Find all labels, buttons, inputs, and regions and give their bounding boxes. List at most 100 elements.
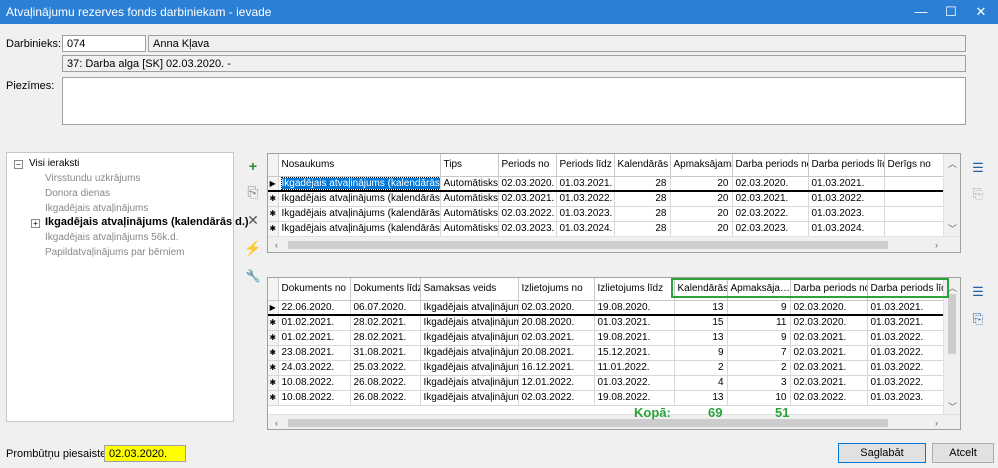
table-cell[interactable]: Automātisks bbox=[440, 206, 499, 222]
table-cell[interactable]: 28 bbox=[614, 191, 671, 207]
table-row[interactable]: ✱ Ikgadējais atvaļinājums (kalendārās d.)… bbox=[268, 221, 949, 237]
export-icon[interactable]: ⎘ bbox=[968, 185, 988, 203]
table-cell[interactable]: 01.03.2023. bbox=[808, 206, 885, 222]
table-cell[interactable]: Ikgadējais atvaļinājums (kalendārās d.) bbox=[278, 176, 441, 192]
column-header[interactable]: Samaksas veids bbox=[420, 278, 519, 301]
column-header[interactable]: Izlietojums no bbox=[518, 278, 595, 301]
expand-icon[interactable]: + bbox=[31, 219, 40, 228]
table-cell[interactable]: Ikgadējais atvaļinājums bbox=[420, 375, 519, 391]
minimize-icon[interactable]: — bbox=[906, 0, 936, 24]
table-cell[interactable]: 26.08.2022. bbox=[350, 390, 421, 406]
table-cell[interactable]: Ikgadējais atvaļinājums bbox=[420, 315, 519, 331]
column-header[interactable]: Kalendārās bbox=[614, 154, 671, 177]
column-header[interactable]: Apmaksājamās bbox=[670, 154, 733, 177]
table-cell[interactable]: Automātisks bbox=[440, 191, 499, 207]
table-cell[interactable]: 26.08.2022. bbox=[350, 375, 421, 391]
table-cell[interactable]: 28.02.2021. bbox=[350, 315, 421, 331]
table-cell[interactable]: 28 bbox=[614, 206, 671, 222]
table-cell[interactable]: 02.03.2021. bbox=[518, 330, 595, 346]
column-header[interactable]: Dokuments līdz bbox=[350, 278, 421, 301]
table-cell[interactable]: 02.03.2022. bbox=[790, 390, 868, 406]
table-cell[interactable]: 01.03.2022. bbox=[556, 191, 615, 207]
table-cell[interactable]: 02.03.2021. bbox=[732, 191, 809, 207]
table-cell[interactable]: 20 bbox=[670, 191, 733, 207]
table-cell[interactable]: 01.03.2024. bbox=[556, 221, 615, 237]
table-cell[interactable]: 2 bbox=[727, 360, 791, 376]
table-cell[interactable]: 02.03.2020. bbox=[732, 176, 809, 192]
table-cell[interactable]: 01.03.2024. bbox=[808, 221, 885, 237]
table-cell[interactable]: 13 bbox=[674, 330, 728, 346]
table-cell[interactable]: 01.02.2021. bbox=[278, 315, 351, 331]
table-cell[interactable]: Ikgadējais atvaļinājums bbox=[420, 330, 519, 346]
table-cell[interactable]: 28 bbox=[614, 221, 671, 237]
table-cell[interactable]: 20 bbox=[670, 206, 733, 222]
table-cell[interactable]: 02.03.2020. bbox=[498, 176, 557, 192]
table-cell[interactable]: 01.03.2023. bbox=[867, 390, 949, 406]
table-cell[interactable]: 01.03.2023. bbox=[556, 206, 615, 222]
table-cell[interactable]: 10.08.2022. bbox=[278, 375, 351, 391]
table-cell[interactable] bbox=[884, 221, 949, 237]
tree-item[interactable]: Virsstundu uzkrājums bbox=[45, 173, 140, 184]
table-cell[interactable]: 01.03.2022. bbox=[808, 191, 885, 207]
table-row[interactable]: ✱ 23.08.2021. 31.08.2021. Ikgadējais atvaļi… bbox=[268, 345, 949, 361]
table-cell[interactable]: 7 bbox=[727, 345, 791, 361]
table-cell[interactable]: 01.03.2022. bbox=[867, 360, 949, 376]
employee-code-input[interactable]: 074 bbox=[62, 35, 146, 52]
tree-item[interactable]: Ikgadējais atvaļinājums bbox=[45, 203, 148, 214]
sort-icon[interactable]: ☰ bbox=[968, 159, 988, 177]
table-cell[interactable]: 02.03.2021. bbox=[498, 191, 557, 207]
top-grid-hscrollbar[interactable]: ‹ › bbox=[268, 236, 960, 252]
table-cell[interactable]: 23.08.2021. bbox=[278, 345, 351, 361]
table-cell[interactable]: 02.03.2021. bbox=[790, 360, 868, 376]
table-cell[interactable]: 01.03.2022. bbox=[594, 375, 675, 391]
column-header[interactable]: Dokuments no bbox=[278, 278, 351, 301]
table-cell[interactable]: 19.08.2021. bbox=[594, 330, 675, 346]
table-cell[interactable]: 01.03.2021. bbox=[867, 300, 949, 316]
table-cell[interactable]: 19.08.2022. bbox=[594, 390, 675, 406]
table-cell[interactable] bbox=[884, 206, 949, 222]
table-cell[interactable]: Ikgadējais atvaļinājums (kalendārās d.) bbox=[278, 221, 441, 237]
table-cell[interactable]: 24.03.2022. bbox=[278, 360, 351, 376]
save-button[interactable]: Saglabāt bbox=[838, 443, 926, 463]
table-cell[interactable]: 20 bbox=[670, 176, 733, 192]
table-cell[interactable]: 15 bbox=[674, 315, 728, 331]
tree-item-selected[interactable]: Ikgadējais atvaļinājums (kalendārās d.) bbox=[45, 216, 249, 228]
table-cell[interactable]: 01.03.2021. bbox=[808, 176, 885, 192]
table-cell[interactable]: 9 bbox=[674, 345, 728, 361]
table-cell[interactable]: 31.08.2021. bbox=[350, 345, 421, 361]
table-cell[interactable]: 9 bbox=[727, 300, 791, 316]
table-row[interactable]: ✱ 10.08.2022. 26.08.2022. Ikgadējais atvaļi… bbox=[268, 390, 949, 406]
table-cell[interactable]: 11 bbox=[727, 315, 791, 331]
maximize-icon[interactable]: ☐ bbox=[936, 0, 966, 24]
table-cell[interactable]: Automātisks bbox=[440, 221, 499, 237]
table-row[interactable]: ✱ 01.02.2021. 28.02.2021. Ikgadējais atvaļi… bbox=[268, 315, 949, 331]
table-cell[interactable]: 16.12.2021. bbox=[518, 360, 595, 376]
table-cell[interactable]: 02.03.2022. bbox=[498, 206, 557, 222]
column-header[interactable]: Periods no bbox=[498, 154, 557, 177]
table-cell[interactable]: 02.03.2023. bbox=[732, 221, 809, 237]
table-cell[interactable]: Ikgadējais atvaļinājums bbox=[420, 360, 519, 376]
table-cell[interactable]: 02.03.2020. bbox=[790, 300, 868, 316]
table-cell[interactable]: 02.03.2020. bbox=[518, 300, 595, 316]
table-cell[interactable]: 10 bbox=[727, 390, 791, 406]
table-row[interactable]: ✱ 24.03.2022. 25.03.2022. Ikgadējais atvaļi… bbox=[268, 360, 949, 376]
table-cell[interactable]: 13 bbox=[674, 390, 728, 406]
collapse-icon[interactable]: − bbox=[14, 160, 23, 169]
table-cell[interactable]: 02.03.2021. bbox=[790, 330, 868, 346]
bottom-grid-scrollbar[interactable]: ︿ ﹀ bbox=[943, 278, 960, 414]
table-cell[interactable]: 02.03.2020. bbox=[790, 315, 868, 331]
table-cell[interactable]: 06.07.2020. bbox=[350, 300, 421, 316]
top-grid-scrollbar[interactable]: ︿ ﹀ bbox=[943, 154, 960, 236]
table-cell[interactable]: 01.03.2022. bbox=[867, 375, 949, 391]
table-cell[interactable]: 01.03.2022. bbox=[867, 345, 949, 361]
wrench-icon[interactable]: 🔧 bbox=[242, 266, 264, 286]
table-cell[interactable]: 2 bbox=[674, 360, 728, 376]
table-cell[interactable] bbox=[884, 191, 949, 207]
table-row[interactable]: ✱ Ikgadējais atvaļinājums (kalendārās d.)… bbox=[268, 206, 949, 222]
table-cell[interactable]: 10.08.2022. bbox=[278, 390, 351, 406]
table-cell[interactable]: 01.03.2022. bbox=[867, 330, 949, 346]
table-cell[interactable]: Ikgadējais atvaļinājums bbox=[420, 345, 519, 361]
table-cell[interactable]: 15.12.2021. bbox=[594, 345, 675, 361]
cancel-button[interactable]: Atcelt bbox=[932, 443, 994, 463]
column-header[interactable]: Darba periods no bbox=[790, 278, 868, 301]
